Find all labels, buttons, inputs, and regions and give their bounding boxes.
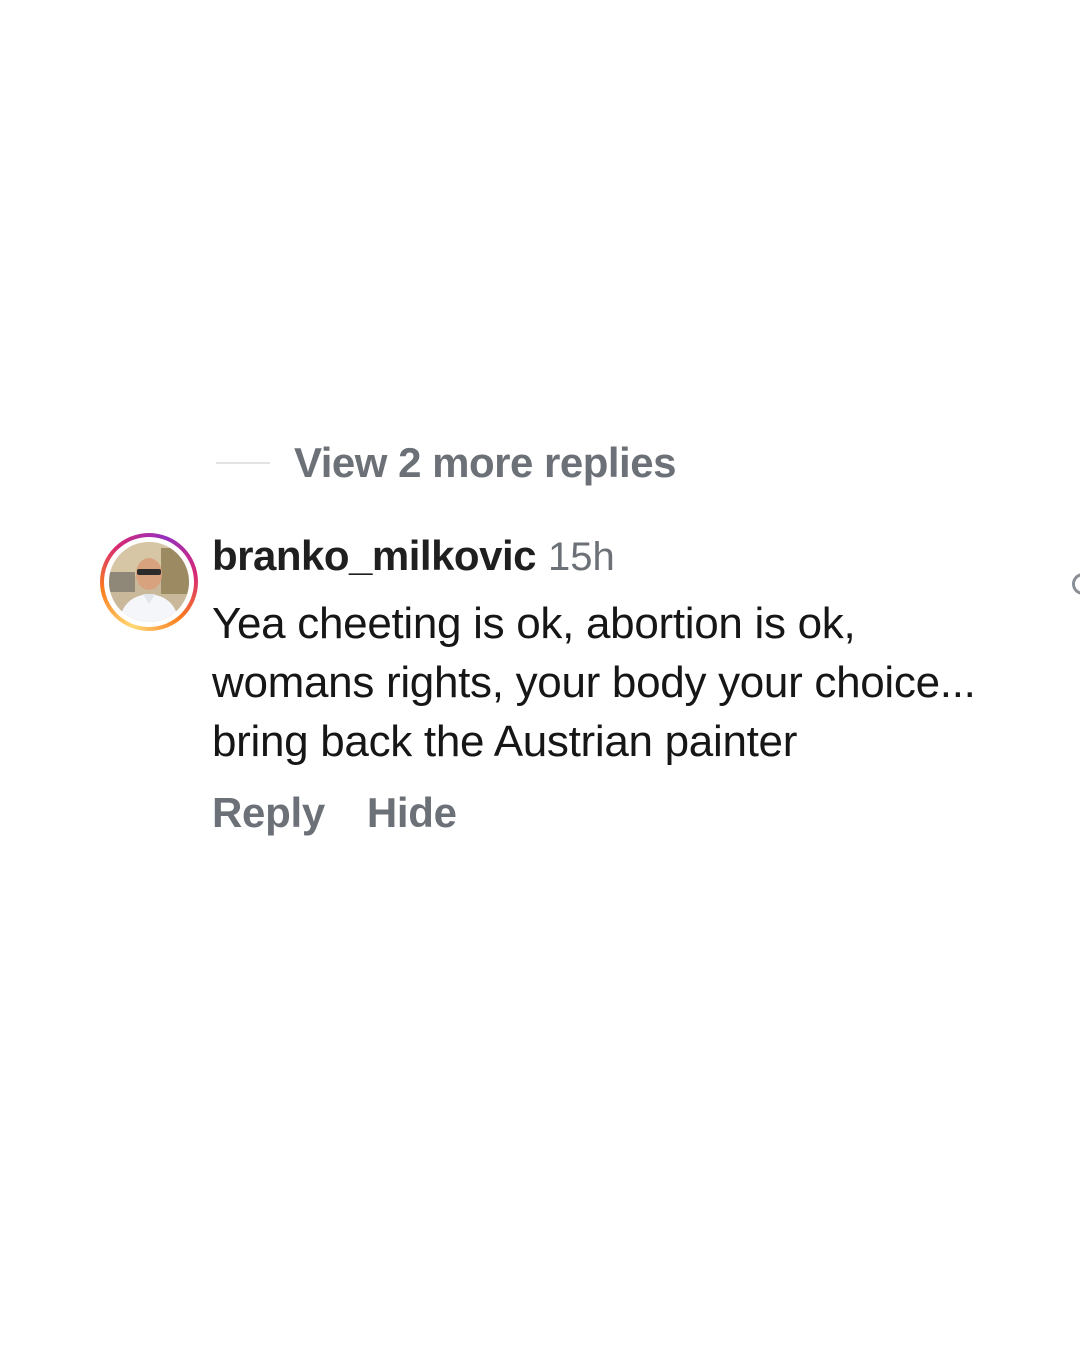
comment-header: branko_milkovic 15h: [212, 532, 1002, 590]
comment: branko_milkovic 15h Yea cheeting is ok, …: [212, 532, 1002, 837]
avatar: [109, 542, 189, 622]
reply-button[interactable]: Reply: [212, 789, 325, 837]
view-more-replies-label: View 2 more replies: [294, 439, 676, 486]
heart-icon[interactable]: [1072, 573, 1080, 595]
comment-body: Yea cheeting is ok, abortion is ok, woma…: [212, 599, 976, 766]
view-more-replies-button[interactable]: View 2 more replies: [216, 436, 676, 490]
username[interactable]: branko_milkovic: [212, 532, 536, 580]
timestamp: 15h: [547, 535, 615, 579]
thread-line-divider: [216, 462, 270, 464]
avatar-story-ring[interactable]: [100, 533, 198, 631]
hide-button[interactable]: Hide: [367, 789, 457, 837]
comment-actions: Reply Hide: [212, 789, 1002, 837]
